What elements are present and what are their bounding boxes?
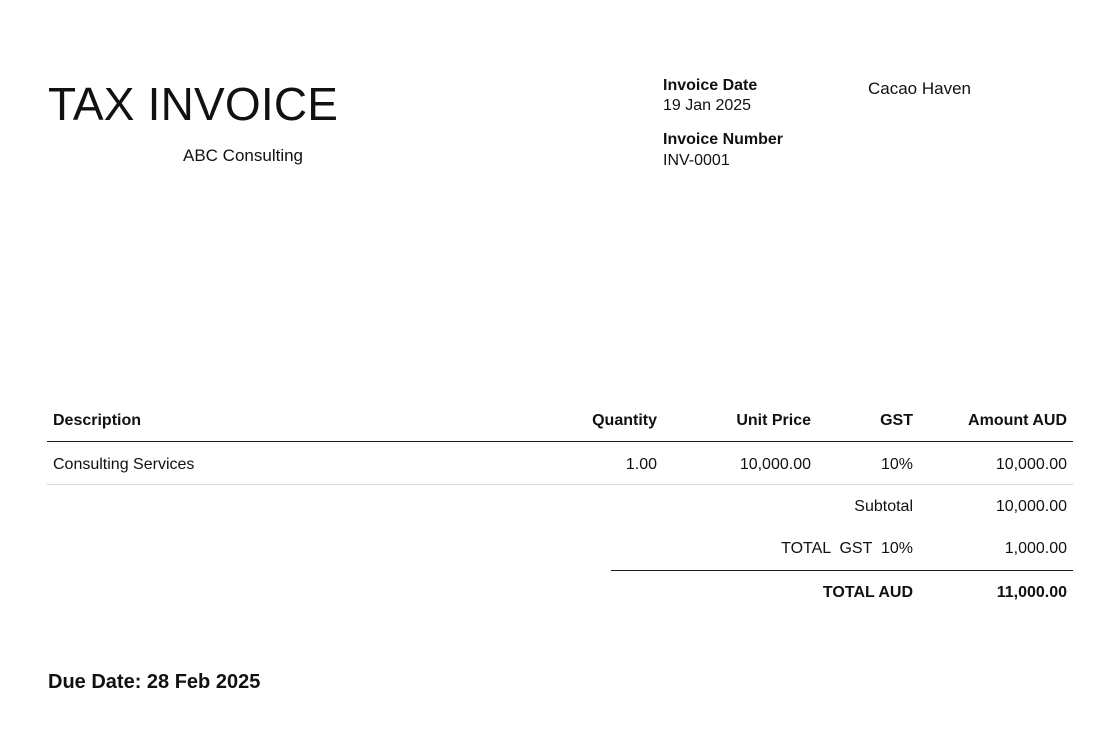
item-unit-price: 10,000.00 <box>739 456 811 473</box>
table-header: Description Quantity Unit Price GST Amou… <box>47 400 1073 442</box>
grand-total-value: 11,000.00 <box>996 584 1067 601</box>
invoice-number-value: INV-0001 <box>663 152 730 169</box>
subtotal-label: Subtotal <box>854 498 913 515</box>
column-header-quantity: Quantity <box>592 412 657 429</box>
grand-total-label: TOTAL AUD <box>822 584 913 601</box>
subtotal-value: 10,000.00 <box>995 498 1067 515</box>
client-name: Cacao Haven <box>868 79 972 98</box>
invoice-title: TAX INVOICE <box>48 78 339 130</box>
table-row: Consulting Services 1.00 10,000.00 10% 1… <box>47 442 1073 485</box>
invoice-date-label: Invoice Date <box>663 77 758 94</box>
gst-total-label: TOTAL GST 10% <box>781 540 913 557</box>
line-items-table: Description Quantity Unit Price GST Amou… <box>47 400 1073 485</box>
item-gst: 10% <box>880 456 913 473</box>
company-name: ABC Consulting <box>183 146 304 165</box>
column-header-unit-price: Unit Price <box>736 412 811 429</box>
column-header-description: Description <box>53 412 142 429</box>
gst-total-value: 1,000.00 <box>1004 540 1067 557</box>
item-description: Consulting Services <box>53 456 195 473</box>
invoice-number-label: Invoice Number <box>663 131 784 148</box>
column-header-amount: Amount AUD <box>968 412 1067 429</box>
item-amount: 10,000.00 <box>995 456 1067 473</box>
column-header-gst: GST <box>880 412 913 429</box>
item-quantity: 1.00 <box>625 456 657 473</box>
invoice-date-value: 19 Jan 2025 <box>663 97 752 114</box>
total-divider <box>611 570 1073 571</box>
due-date: Due Date: 28 Feb 2025 <box>48 671 261 693</box>
